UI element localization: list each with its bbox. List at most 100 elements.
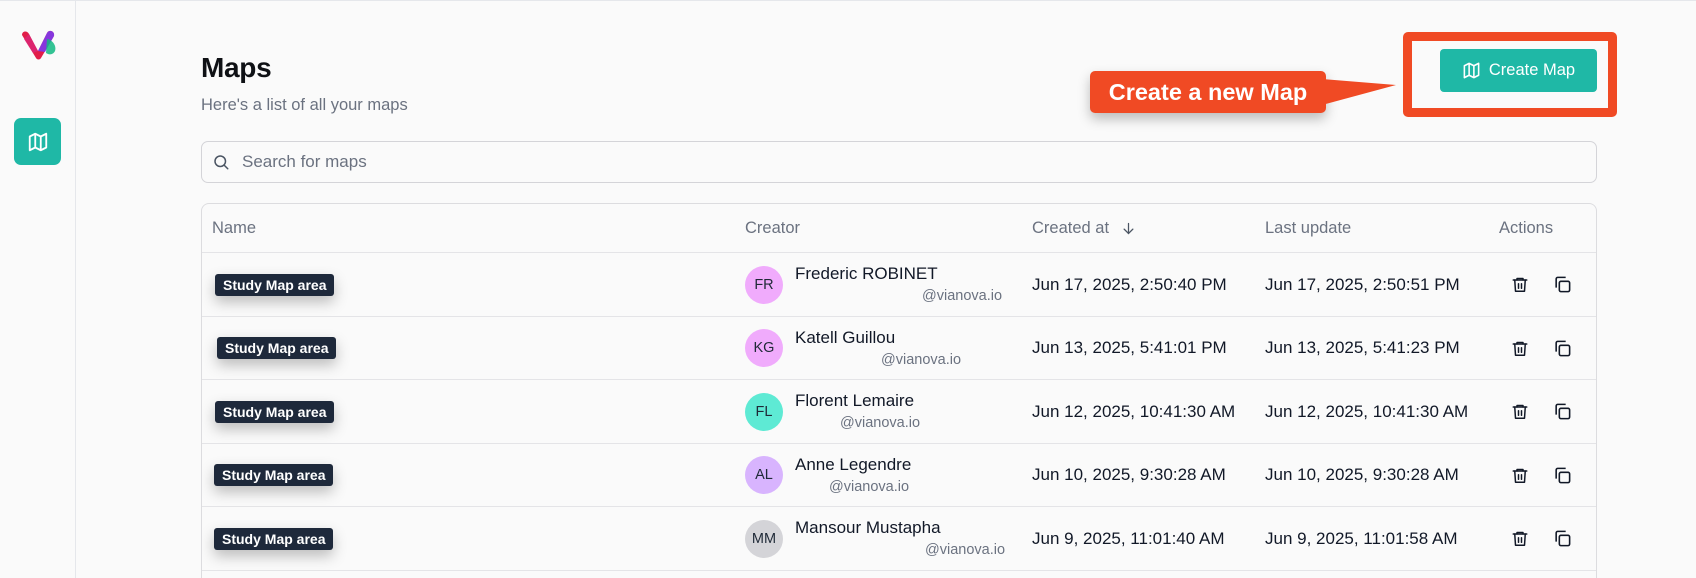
header-last-update[interactable]: Last update (1265, 204, 1351, 252)
created-at: Jun 13, 2025, 5:41:01 PM (1032, 338, 1227, 357)
actions-cell (1499, 380, 1572, 443)
map-icon (1463, 62, 1480, 79)
created-at: Jun 17, 2025, 2:50:40 PM (1032, 274, 1227, 294)
creator-name: Frederic ROBINET (795, 264, 938, 283)
creator-text: Mansour Mustapha @vianova.io (795, 507, 1015, 570)
last-update: Jun 9, 2025, 11:01:58 AM (1265, 528, 1458, 548)
table-row[interactable]: Study Map area FL Florent Lemaire @viano… (202, 380, 1596, 444)
creator-cell: KG Katell Guillou @vianova.io (745, 317, 1015, 379)
map-name-cell: Study Map area (215, 380, 335, 443)
search-bar (201, 141, 1597, 183)
callout-text: Create a new Map (1108, 78, 1308, 105)
copy-icon[interactable] (1553, 529, 1572, 548)
creator-text: Frederic ROBINET @vianova.io (795, 253, 1015, 316)
creator-text: Florent Lemaire @vianova.io (795, 380, 1015, 443)
trash-icon[interactable] (1511, 466, 1529, 485)
avatar: FR (745, 265, 783, 304)
creator-cell: MM Mansour Mustapha @vianova.io (745, 507, 1015, 570)
create-map-callout: Create a new Map (1090, 71, 1326, 113)
avatar: MM (745, 519, 783, 558)
last-update: Jun 10, 2025, 9:30:28 AM (1265, 465, 1459, 484)
map-name-cell: Study Map area (215, 253, 335, 316)
app-root: Create a new Map Create Map Maps Here's … (0, 0, 1696, 578)
created-at: Jun 9, 2025, 11:01:40 AM (1032, 528, 1225, 548)
created-at-cell: Jun 12, 2025, 10:41:30 AM (1032, 380, 1235, 443)
last-update-cell: Jun 10, 2025, 9:30:28 AM (1265, 444, 1459, 506)
table-row[interactable]: Study Map area FR Frederic ROBINET @vian… (202, 253, 1596, 317)
page-title: Maps (201, 52, 272, 83)
created-at-cell: Jun 17, 2025, 2:50:40 PM (1032, 253, 1227, 316)
trash-icon[interactable] (1511, 529, 1529, 548)
table-row[interactable]: Study Map area MM Mansour Mustapha @vian… (202, 507, 1596, 571)
creator-text: Anne Legendre @vianova.io (795, 444, 1015, 506)
create-map-button[interactable]: Create Map (1440, 49, 1597, 92)
map-name-cell: Study Map area (214, 444, 334, 506)
map-name-tag[interactable]: Study Map area (217, 337, 337, 359)
copy-icon[interactable] (1553, 339, 1572, 358)
table-row[interactable]: Study Map area KG Katell Guillou @vianov… (202, 317, 1596, 380)
creator-cell: AL Anne Legendre @vianova.io (745, 444, 1015, 506)
actions-cell (1499, 317, 1572, 379)
actions-cell (1499, 253, 1572, 316)
callout-arrow (1322, 79, 1396, 105)
map-name-tag[interactable]: Study Map area (215, 273, 335, 296)
creator-cell: FL Florent Lemaire @vianova.io (745, 380, 1015, 443)
last-update-cell: Jun 13, 2025, 5:41:23 PM (1265, 317, 1460, 379)
actions-cell (1499, 444, 1572, 506)
created-at: Jun 10, 2025, 9:30:28 AM (1032, 465, 1226, 484)
page-subtitle: Here's a list of all your maps (201, 96, 408, 114)
map-name-tag[interactable]: Study Map area (214, 464, 334, 486)
sidebar-item-maps[interactable] (14, 118, 61, 165)
created-at: Jun 12, 2025, 10:41:30 AM (1032, 401, 1236, 421)
header-created-at-label: Created at (1032, 218, 1110, 237)
last-update-cell: Jun 9, 2025, 11:01:58 AM (1265, 507, 1458, 570)
creator-email: @vianova.io (840, 415, 921, 431)
trash-icon[interactable] (1511, 402, 1529, 421)
creator-text: Katell Guillou @vianova.io (795, 317, 1015, 379)
copy-icon[interactable] (1553, 275, 1572, 294)
creator-email: @vianova.io (925, 542, 1006, 558)
maps-table: Name Creator Created at Last update Acti… (201, 203, 1597, 578)
sidebar (0, 1, 76, 578)
last-update-cell: Jun 12, 2025, 10:41:30 AM (1265, 380, 1468, 443)
created-at-cell: Jun 9, 2025, 11:01:40 AM (1032, 507, 1225, 570)
last-update: Jun 17, 2025, 2:50:51 PM (1265, 274, 1460, 294)
creator-email: @vianova.io (881, 352, 962, 368)
creator-name: Mansour Mustapha (795, 518, 941, 537)
copy-icon[interactable] (1553, 402, 1572, 421)
last-update: Jun 13, 2025, 5:41:23 PM (1265, 338, 1460, 357)
avatar: FL (745, 392, 783, 431)
table-header: Name Creator Created at Last update Acti… (202, 204, 1596, 253)
trash-icon[interactable] (1511, 275, 1529, 294)
header-created-at[interactable]: Created at (1032, 204, 1136, 252)
creator-name: Anne Legendre (795, 455, 912, 474)
create-map-label: Create Map (1488, 61, 1576, 79)
map-icon (28, 132, 47, 151)
copy-icon[interactable] (1553, 466, 1572, 485)
avatar: AL (745, 456, 783, 494)
avatar: KG (745, 329, 783, 367)
search-icon (214, 155, 229, 170)
map-name-tag[interactable]: Study Map area (214, 527, 334, 550)
map-name-tag[interactable]: Study Map area (215, 400, 335, 423)
creator-name: Florent Lemaire (795, 391, 915, 410)
table-row[interactable]: Study Map area AL Anne Legendre @vianova… (202, 444, 1596, 507)
trash-icon[interactable] (1511, 339, 1529, 358)
vianova-logo[interactable] (19, 27, 59, 63)
creator-email: @vianova.io (922, 288, 1003, 304)
arrow-down-icon (1123, 222, 1134, 234)
search-input[interactable] (242, 152, 1542, 172)
creator-cell: FR Frederic ROBINET @vianova.io (745, 253, 1015, 316)
created-at-cell: Jun 10, 2025, 9:30:28 AM (1032, 444, 1226, 506)
creator-email: @vianova.io (829, 479, 910, 495)
last-update: Jun 12, 2025, 10:41:30 AM (1265, 401, 1469, 421)
map-name-cell: Study Map area (217, 317, 337, 379)
header-creator[interactable]: Creator (745, 204, 800, 252)
header-actions: Actions (1499, 218, 1554, 237)
created-at-cell: Jun 13, 2025, 5:41:01 PM (1032, 317, 1227, 379)
header-name[interactable]: Name (212, 204, 256, 252)
map-name-cell: Study Map area (214, 507, 334, 570)
creator-name: Katell Guillou (795, 328, 896, 347)
last-update-cell: Jun 17, 2025, 2:50:51 PM (1265, 253, 1460, 316)
actions-cell (1499, 507, 1572, 570)
